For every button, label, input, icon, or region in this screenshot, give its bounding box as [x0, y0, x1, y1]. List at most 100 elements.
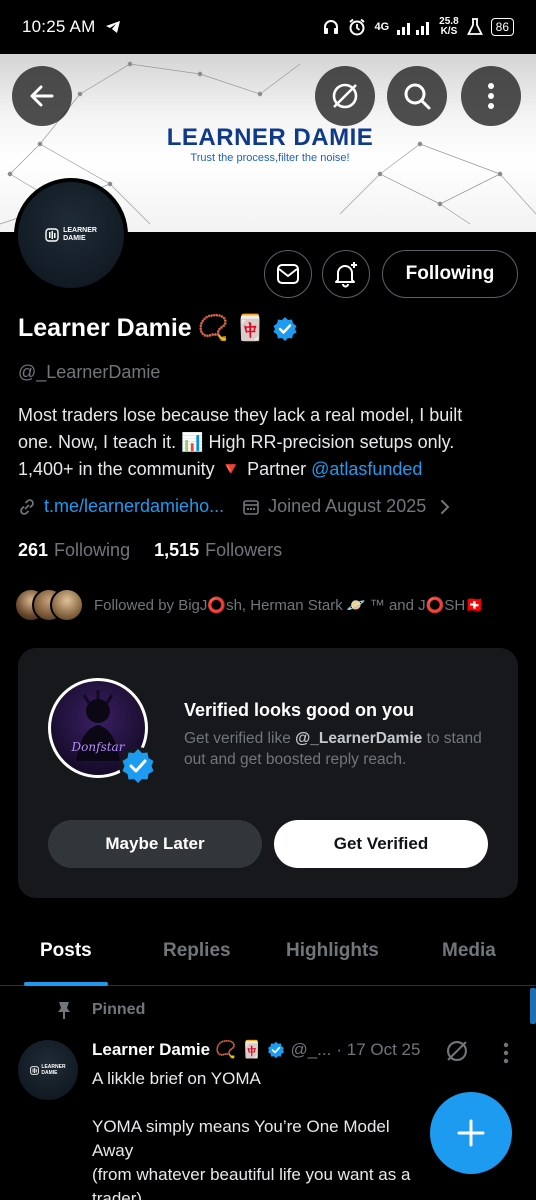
message-button[interactable] — [264, 250, 312, 298]
grok-button[interactable] — [315, 66, 375, 126]
profile-meta-row: t.me/learnerdamieho... Joined August 202… — [18, 496, 452, 517]
plus-icon — [457, 1119, 485, 1147]
back-button[interactable] — [12, 66, 72, 126]
verified-desc-handle: @_LearnerDamie — [295, 730, 423, 747]
scrollbar[interactable] — [530, 988, 536, 1024]
bio-line-3-partner: Partner — [247, 459, 312, 479]
more-options-button[interactable] — [461, 66, 521, 126]
follower-avatar — [50, 588, 84, 622]
post-author-handle: @_... — [290, 1040, 332, 1059]
alarm-icon — [348, 18, 366, 36]
followed-by-row[interactable]: Followed by BigJ⭕sh, Herman Stark 🪐 ™ an… — [14, 588, 484, 622]
banner-brand-title: LEARNER DAMIE — [166, 124, 374, 151]
prayer-beads-emoji: 📿 — [197, 314, 229, 342]
post-header: Learner Damie 📿 🀄 @_... · 17 Oct 25 — [92, 1040, 420, 1060]
bio-line-1: Most traders lose because they lack a re… — [18, 405, 463, 425]
verified-desc-start: Get verified like — [184, 730, 296, 747]
brand-logo-icon — [30, 1065, 40, 1075]
bio-line-2-start: one. Now, I teach it. — [18, 432, 182, 452]
verified-badge-icon — [119, 747, 157, 785]
avatar-logo-line2: DAMIE — [63, 235, 86, 242]
profile-joined-date: Joined August 2025 — [268, 496, 427, 516]
profile-website-link[interactable]: t.me/learnerdamieho... — [44, 496, 224, 517]
pin-icon — [58, 1002, 70, 1019]
network-speed-unit: K/S — [440, 26, 458, 37]
link-icon — [20, 498, 34, 515]
maybe-later-button[interactable]: Maybe Later — [48, 820, 262, 868]
search-button[interactable] — [387, 66, 447, 126]
active-tab-indicator — [24, 982, 108, 986]
pinned-indicator: Pinned — [56, 1000, 145, 1020]
notification-bell-icon — [335, 262, 357, 288]
followers-count-link[interactable]: 1,515 Followers — [154, 540, 282, 561]
following-count-link[interactable]: 261 Following — [18, 540, 130, 561]
message-icon — [277, 264, 299, 284]
bio-line-2: one. Now, I teach it. 📊 High RR-precisio… — [18, 429, 528, 456]
search-icon — [404, 83, 431, 110]
profile-bio: Most traders lose because they lack a re… — [18, 402, 528, 483]
followers-label: Followers — [205, 540, 283, 560]
back-arrow-icon — [30, 85, 54, 107]
pinned-label: Pinned — [92, 1001, 146, 1018]
more-vertical-icon — [488, 83, 494, 109]
banner-brand-tagline: Trust the process,filter the noise! — [190, 152, 350, 164]
post-avatar-logo-line2: DAMIE — [41, 1070, 58, 1076]
battery-indicator: 86 — [490, 18, 514, 36]
grok-icon — [332, 83, 358, 109]
get-verified-button[interactable]: Get Verified — [274, 820, 488, 868]
verified-badge-icon[interactable] — [272, 316, 298, 342]
post-author-name[interactable]: Learner Damie — [92, 1040, 210, 1060]
signal-icon — [397, 19, 431, 35]
mahjong-tile-emoji: 🀄 — [234, 314, 266, 342]
tab-replies[interactable]: Replies — [163, 940, 231, 962]
status-bar: 10:25 AM 4G 25.8 K/S 86 — [0, 0, 536, 54]
followed-by-text: Followed by BigJ⭕sh, Herman Stark 🪐 ™ an… — [94, 597, 484, 614]
avatar-image: LEARNER DAMIE — [18, 182, 124, 288]
bio-mention-link[interactable]: @atlasfunded — [311, 459, 422, 479]
post-date: · 17 Oct 25 — [336, 1040, 421, 1059]
profile-name-row: Learner Damie 📿 🀄 — [18, 314, 298, 343]
status-time: 10:25 AM — [22, 17, 96, 36]
post-avatar-logo: LEARNER DAMIE — [30, 1064, 66, 1076]
profile-name: Learner Damie — [18, 314, 192, 342]
red-triangle-emoji: 🔻 — [219, 459, 243, 479]
tab-posts[interactable]: Posts — [40, 940, 92, 962]
verified-upsell-card: Donfstar Verified looks good on you Get … — [18, 648, 518, 898]
avatar-logo: LEARNER DAMIE — [45, 227, 97, 243]
bio-line-2-end: High RR-precision setups only. — [203, 432, 455, 452]
verified-card-description: Get verified like @_LearnerDamie to stan… — [184, 728, 494, 770]
avatar-logo-line1: LEARNER — [63, 227, 97, 234]
verified-badge-icon — [268, 1041, 285, 1059]
tab-media[interactable]: Media — [442, 940, 496, 962]
follow-counts: 261 Following 1,515 Followers — [18, 540, 282, 561]
network-speed: 25.8 K/S — [439, 17, 458, 37]
bio-line-3-start: 1,400+ in the community — [18, 459, 220, 479]
chevron-right-icon[interactable] — [438, 498, 452, 516]
post-mahjong-tile-emoji: 🀄 — [241, 1040, 263, 1059]
notifications-button[interactable] — [322, 250, 370, 298]
following-label: Following — [54, 540, 131, 560]
compose-post-button[interactable] — [430, 1092, 512, 1174]
verified-card-title: Verified looks good on you — [184, 700, 415, 720]
flask-icon — [466, 18, 483, 36]
followers-count: 1,515 — [154, 540, 200, 560]
calendar-icon — [243, 499, 259, 515]
profile-avatar[interactable]: LEARNER DAMIE — [14, 178, 128, 292]
grok-icon[interactable] — [444, 1038, 470, 1064]
following-button[interactable]: Following — [382, 250, 518, 298]
network-type: 4G — [374, 21, 390, 33]
post-more-icon[interactable] — [502, 1042, 510, 1064]
headset-icon — [322, 18, 340, 36]
post-prayer-beads-emoji: 📿 — [215, 1040, 237, 1059]
chart-emoji: 📊 — [181, 432, 204, 452]
following-count: 261 — [18, 540, 49, 560]
follower-avatars — [14, 588, 84, 622]
telegram-icon — [105, 20, 121, 34]
profile-handle: @_LearnerDamie — [18, 362, 161, 382]
brand-logo-icon — [45, 228, 59, 242]
bio-line-3: 1,400+ in the community 🔻 Partner @atlas… — [18, 456, 528, 483]
post-author-avatar[interactable]: LEARNER DAMIE — [18, 1040, 78, 1100]
profile-tabs: Posts Replies Highlights Media — [0, 924, 536, 986]
tab-highlights[interactable]: Highlights — [286, 940, 379, 962]
post-text: A likkle brief on YOMA YOMA simply means… — [92, 1069, 411, 1200]
